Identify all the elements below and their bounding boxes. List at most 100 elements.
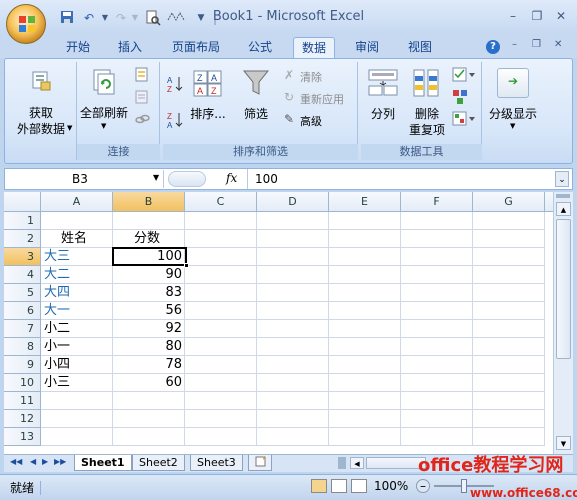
cell[interactable] [185, 338, 257, 356]
row-header[interactable]: 3 [4, 248, 41, 266]
column-header-b[interactable]: B [113, 192, 185, 212]
name-box[interactable]: B3 ▼ [6, 170, 164, 188]
column-header-e[interactable]: E [329, 192, 401, 212]
cell-score[interactable]: 83 [113, 284, 182, 302]
cell-name[interactable]: 小四 [44, 356, 70, 374]
cell[interactable] [401, 302, 473, 320]
cell[interactable] [185, 320, 257, 338]
edit-links-icon[interactable] [134, 111, 150, 127]
advanced-filter-button[interactable]: ✎ 高级 [282, 111, 358, 129]
row-header[interactable]: 9 [4, 356, 41, 374]
minimize-button[interactable]: – [502, 9, 524, 23]
filter-button[interactable]: 筛选 [236, 64, 276, 138]
row-header[interactable]: 12 [4, 410, 41, 428]
cell[interactable] [473, 338, 545, 356]
cell[interactable] [473, 320, 545, 338]
cell[interactable] [185, 302, 257, 320]
cell[interactable] [41, 428, 113, 446]
tab-home[interactable]: 开始 [58, 37, 98, 58]
normal-view-icon[interactable] [311, 479, 327, 493]
cell[interactable] [185, 230, 257, 248]
cell[interactable] [257, 248, 329, 266]
cell-score[interactable]: 分数 [134, 230, 160, 248]
column-header-g[interactable]: G [473, 192, 545, 212]
zoom-slider-thumb[interactable] [461, 479, 467, 493]
cell[interactable] [473, 212, 545, 230]
cell-name[interactable]: 姓名 [61, 230, 87, 248]
cell[interactable] [257, 284, 329, 302]
cell[interactable] [473, 428, 545, 446]
column-header-d[interactable]: D [257, 192, 329, 212]
tab-data[interactable]: 数据 [293, 37, 336, 58]
column-header-c[interactable]: C [185, 192, 257, 212]
cell[interactable] [401, 392, 473, 410]
cell-name[interactable]: 大四 [44, 284, 70, 302]
row-header[interactable]: 6 [4, 302, 41, 320]
cell[interactable] [401, 338, 473, 356]
cell[interactable] [473, 230, 545, 248]
cell[interactable] [113, 212, 185, 230]
horizontal-scroll-thumb[interactable] [366, 457, 426, 469]
tab-split-handle[interactable] [338, 457, 346, 469]
cell[interactable] [329, 320, 401, 338]
row-header[interactable]: 11 [4, 392, 41, 410]
cell[interactable] [113, 410, 185, 428]
scroll-left-icon[interactable]: ◀ [350, 457, 364, 469]
cell[interactable] [257, 302, 329, 320]
zoom-out-icon[interactable]: – [416, 479, 430, 493]
cell[interactable] [401, 428, 473, 446]
scroll-thumb[interactable] [556, 219, 571, 359]
cell[interactable] [185, 284, 257, 302]
column-header-a[interactable]: A [41, 192, 113, 212]
cell[interactable] [41, 410, 113, 428]
tab-page-layout[interactable]: 页面布局 [164, 37, 228, 58]
cell[interactable] [401, 356, 473, 374]
insert-function-icon[interactable]: fx [226, 171, 237, 185]
ribbon-restore-icon[interactable]: ❐ [532, 39, 541, 50]
what-if-analysis-icon[interactable] [452, 111, 476, 129]
sheet-tab-sheet2[interactable]: Sheet2 [132, 455, 185, 471]
row-header[interactable]: 10 [4, 374, 41, 392]
cell-score[interactable]: 90 [113, 266, 182, 284]
cell[interactable] [185, 266, 257, 284]
restore-button[interactable]: ❐ [526, 9, 548, 23]
formula-bar-grip[interactable] [168, 171, 206, 187]
cell[interactable] [113, 392, 185, 410]
cell[interactable] [473, 410, 545, 428]
select-all-corner[interactable] [4, 192, 41, 212]
cell[interactable] [329, 284, 401, 302]
cell[interactable] [257, 230, 329, 248]
data-validation-icon[interactable] [452, 67, 476, 85]
cell[interactable] [329, 392, 401, 410]
help-icon[interactable]: ? [486, 40, 500, 54]
cell[interactable] [257, 428, 329, 446]
cell[interactable] [329, 338, 401, 356]
cell[interactable] [329, 212, 401, 230]
cell[interactable] [473, 392, 545, 410]
cell[interactable] [185, 428, 257, 446]
cell[interactable] [185, 392, 257, 410]
scroll-down-icon[interactable]: ▼ [556, 436, 571, 450]
row-header[interactable]: 4 [4, 266, 41, 284]
cell[interactable] [113, 428, 185, 446]
tab-view[interactable]: 视图 [400, 37, 440, 58]
close-button[interactable]: ✕ [550, 9, 572, 23]
cell-name[interactable]: 小一 [44, 338, 70, 356]
cell[interactable] [329, 248, 401, 266]
sort-button[interactable]: ZA AZ 排序... [190, 64, 226, 138]
remove-duplicates-button[interactable]: 删除 重复项 [404, 64, 450, 138]
cell[interactable] [185, 212, 257, 230]
page-layout-view-icon[interactable] [331, 479, 347, 493]
cell[interactable] [401, 248, 473, 266]
row-header[interactable]: 8 [4, 338, 41, 356]
cell[interactable] [329, 428, 401, 446]
office-button[interactable] [6, 4, 46, 44]
cell[interactable] [401, 230, 473, 248]
split-box[interactable] [556, 194, 570, 198]
next-sheet-icon[interactable]: ▶ [42, 457, 48, 466]
cell[interactable] [41, 392, 113, 410]
sort-ascending-icon[interactable]: AZ [166, 74, 186, 94]
cell[interactable] [257, 338, 329, 356]
row-header[interactable]: 2 [4, 230, 41, 248]
cell[interactable] [329, 230, 401, 248]
